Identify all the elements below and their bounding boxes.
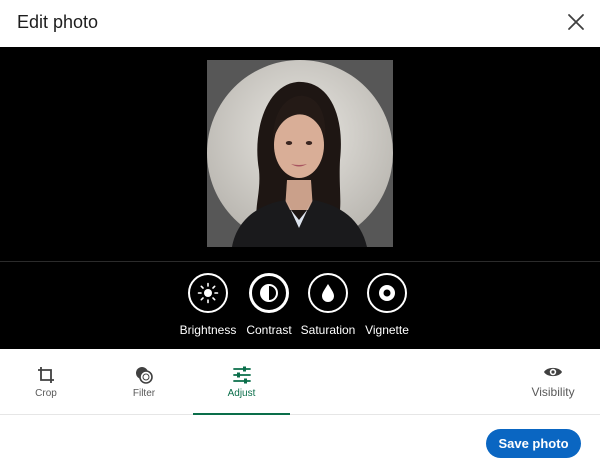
- vignette-label: Vignette: [365, 323, 409, 337]
- crop-icon: [38, 366, 54, 383]
- filter-icon: [136, 366, 153, 384]
- profile-photo: [207, 60, 393, 247]
- tab-filter[interactable]: Filter: [114, 349, 174, 415]
- tab-filter-label: Filter: [132, 387, 156, 399]
- dialog-footer: Save photo: [0, 416, 600, 466]
- dialog-title: Edit photo: [17, 12, 99, 32]
- brightness-icon: [197, 282, 219, 304]
- save-photo-button[interactable]: Save photo: [486, 429, 581, 458]
- photo-stage: Brightness Contrast Saturation Vignette: [0, 47, 600, 349]
- saturation-icon: [322, 284, 334, 302]
- close-icon[interactable]: [566, 12, 586, 32]
- tab-crop[interactable]: Crop: [16, 349, 76, 415]
- tab-visibility[interactable]: Visibility: [524, 349, 582, 415]
- sliders-icon: [232, 366, 251, 383]
- edit-tabs: Crop Filter Adjust Visibility: [0, 349, 600, 415]
- stage-divider: [0, 261, 600, 262]
- vignette-option[interactable]: Vignette: [347, 273, 427, 337]
- vignette-icon: [379, 285, 395, 301]
- dialog-header: Edit photo: [0, 0, 600, 47]
- eye-icon: [544, 367, 562, 377]
- active-tab-indicator: [193, 413, 290, 415]
- tab-visibility-label: Visibility: [531, 385, 575, 399]
- tab-adjust[interactable]: Adjust: [193, 349, 290, 415]
- contrast-icon: [260, 284, 278, 302]
- tab-crop-label: Crop: [35, 387, 57, 399]
- tab-adjust-label: Adjust: [227, 387, 256, 399]
